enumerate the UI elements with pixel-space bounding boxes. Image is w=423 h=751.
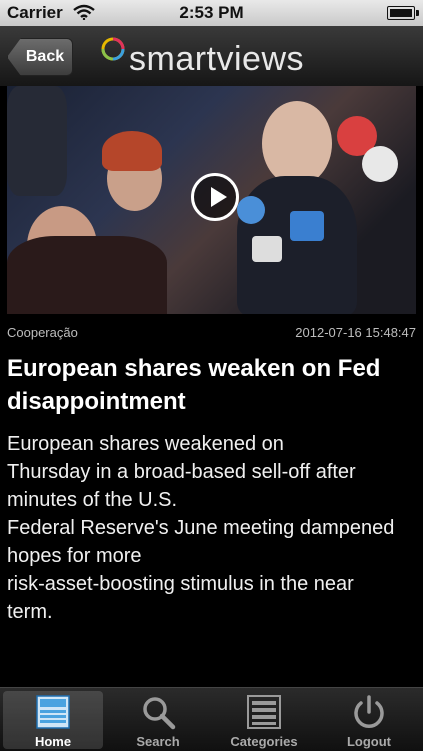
tab-categories[interactable]: Categories xyxy=(214,691,314,749)
tab-categories-label: Categories xyxy=(230,734,298,749)
home-icon xyxy=(35,694,71,730)
photo-region xyxy=(262,101,332,186)
article-body-line: Thursday in a broad-based sell-off after xyxy=(7,461,356,483)
navigation-bar: Back smartviews xyxy=(0,26,423,87)
article-meta: Cooperação 2012-07-16 15:48:47 xyxy=(7,325,416,340)
article-body-line: Federal Reserve's June meeting dampened xyxy=(7,517,395,539)
tab-search-label: Search xyxy=(136,734,180,749)
article-headline: European shares weaken on Fed disappoint… xyxy=(7,355,381,415)
clock: 2:53 PM xyxy=(179,3,244,22)
tab-bar: Home Search Categories Logout xyxy=(0,687,423,751)
status-bar: Carrier 2:53 PM xyxy=(0,0,423,26)
tab-logout-label: Logout xyxy=(346,734,392,749)
photo-region xyxy=(252,236,282,262)
article-body-line: hopes for more xyxy=(7,545,142,567)
tab-search[interactable]: Search xyxy=(108,691,208,749)
article-body-line: European shares weakened on xyxy=(7,433,284,455)
photo-region xyxy=(7,236,167,314)
tab-logout[interactable]: Logout xyxy=(319,691,419,749)
photo-region xyxy=(290,211,324,241)
tab-home[interactable]: Home xyxy=(3,691,103,749)
list-icon xyxy=(246,694,282,730)
photo-region xyxy=(7,86,67,196)
tab-home-label: Home xyxy=(34,734,72,749)
power-icon xyxy=(351,694,387,730)
photo-region xyxy=(102,131,162,171)
photo-region xyxy=(362,146,398,182)
back-button-label: Back xyxy=(25,48,65,65)
back-button[interactable]: Back xyxy=(7,38,73,76)
article-body: European shares weakened on Thursday in … xyxy=(7,430,417,626)
logo-ring-icon xyxy=(99,35,127,63)
article-body-line: minutes of the U.S. xyxy=(7,489,178,511)
article-body-line: risk-asset-boosting stimulus in the near xyxy=(7,573,354,595)
article-category: Cooperação xyxy=(7,325,78,340)
article-datetime: 2012-07-16 15:48:47 xyxy=(295,325,416,340)
photo-region xyxy=(237,196,265,224)
search-icon xyxy=(140,694,176,730)
play-icon xyxy=(211,187,227,207)
article-body-line: term. xyxy=(7,601,53,623)
battery-icon xyxy=(387,6,419,20)
logo-text: smartviews xyxy=(129,39,305,78)
play-button[interactable] xyxy=(191,173,239,221)
article-video-thumbnail[interactable] xyxy=(7,86,416,314)
app-logo: smartviews xyxy=(99,31,304,81)
